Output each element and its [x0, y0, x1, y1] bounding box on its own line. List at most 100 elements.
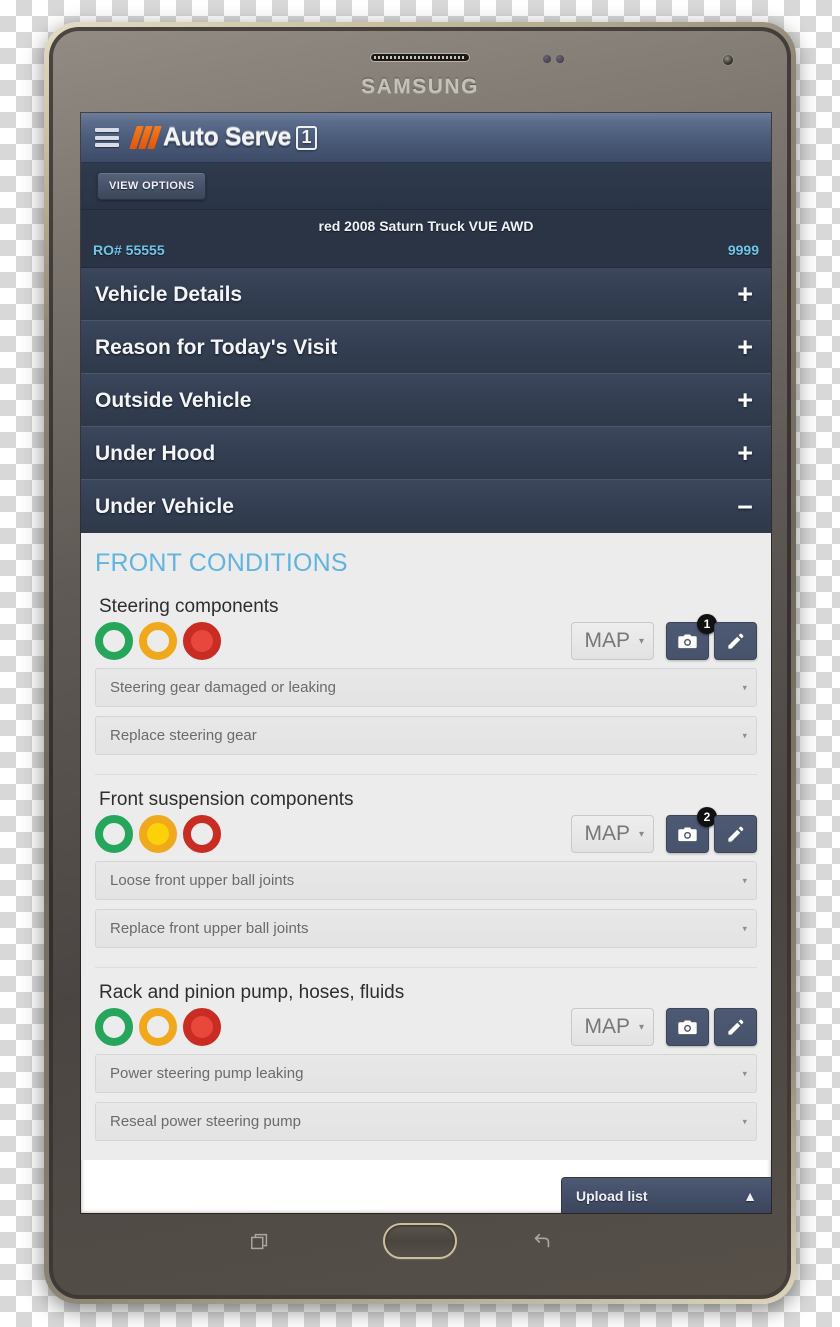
- ro-number[interactable]: RO# 55555: [93, 242, 165, 258]
- vehicle-info-bar: red 2008 Saturn Truck VUE AWD RO# 55555 …: [81, 210, 771, 268]
- inspection-controls-row: MAP ▾ 2: [95, 807, 757, 853]
- inspection-item: Front suspension components MAP ▾ 2 Loose fr…: [95, 774, 757, 967]
- brand-logo: SAMSUNG: [361, 75, 479, 98]
- plus-icon: +: [737, 385, 753, 415]
- recents-icon[interactable]: [249, 1231, 271, 1253]
- status-circle-green[interactable]: [95, 1008, 133, 1046]
- repair-order-row: RO# 55555 9999: [93, 242, 759, 258]
- camera-button[interactable]: 1: [666, 614, 717, 660]
- accordion-section-reason-for-today-s-visit[interactable]: Reason for Today's Visit +: [81, 321, 771, 374]
- inspection-item: Steering components MAP ▾ 1 Steering gear da…: [95, 596, 757, 774]
- edit-note-button[interactable]: [714, 622, 757, 660]
- status-circle-red[interactable]: [183, 622, 221, 660]
- device-outer-bezel: SAMSUNG Auto Serve 1 VIEW OPTIONS red 20…: [49, 27, 791, 1299]
- recommendation-select[interactable]: Replace steering gear ▾: [95, 716, 757, 755]
- upload-list-label: Upload list: [576, 1187, 648, 1204]
- chevron-down-icon: ▾: [742, 682, 747, 692]
- autoserve-logo[interactable]: Auto Serve 1: [129, 113, 317, 162]
- condition-select[interactable]: Steering gear damaged or leaking ▾: [95, 668, 757, 707]
- plus-icon: +: [737, 332, 753, 362]
- map-label: MAP: [584, 629, 630, 652]
- inspection-controls-row: MAP ▾ 1: [95, 614, 757, 660]
- status-circle-red[interactable]: [183, 815, 221, 853]
- view-options-button[interactable]: VIEW OPTIONS: [97, 172, 207, 200]
- plus-icon: +: [737, 279, 753, 309]
- inspection-item-label: Steering components: [99, 596, 279, 617]
- vehicle-title: red 2008 Saturn Truck VUE AWD: [318, 218, 534, 234]
- inspection-item-label: Rack and pinion pump, hoses, fluids: [99, 982, 405, 1003]
- samsung-tablet-device: SAMSUNG Auto Serve 1 VIEW OPTIONS red 20…: [44, 22, 796, 1304]
- vehicle-mileage[interactable]: 9999: [728, 242, 759, 258]
- accordion-section-label: Vehicle Details: [95, 282, 243, 306]
- camera-icon: [678, 634, 697, 648]
- chevron-down-icon: ▾: [638, 635, 644, 647]
- chevron-up-icon: ▲: [743, 1187, 757, 1204]
- accordion-section-outside-vehicle[interactable]: Outside Vehicle +: [81, 374, 771, 427]
- status-circle-green[interactable]: [95, 622, 133, 660]
- proximity-sensor-icon: [543, 55, 551, 63]
- status-selector: [95, 1008, 227, 1046]
- accordion-section-under-vehicle[interactable]: Under Vehicle −: [81, 480, 771, 533]
- condition-select-value: Loose front upper ball joints: [110, 872, 295, 889]
- accordion-section-label: Outside Vehicle: [95, 388, 252, 412]
- chevron-down-icon: ▾: [742, 875, 747, 885]
- back-icon[interactable]: [531, 1231, 553, 1253]
- recommendation-select-value: Replace steering gear: [110, 727, 257, 744]
- device-bottom-hardware: [53, 1203, 787, 1295]
- chevron-down-icon: ▾: [638, 828, 644, 840]
- plus-icon: +: [737, 438, 753, 468]
- status-circle-red[interactable]: [183, 1008, 221, 1046]
- map-dropdown-button[interactable]: MAP ▾: [571, 622, 654, 660]
- device-top-hardware: SAMSUNG: [53, 31, 787, 113]
- status-circle-amber[interactable]: [139, 622, 177, 660]
- recommendation-select[interactable]: Reseal power steering pump ▾: [95, 1102, 757, 1141]
- accordion-section-label: Under Vehicle: [95, 495, 234, 518]
- inspection-action-buttons: MAP ▾ 2: [571, 807, 757, 853]
- recommendation-select-value: Replace front upper ball joints: [110, 920, 309, 937]
- camera-icon: [678, 827, 697, 841]
- condition-select-value: Steering gear damaged or leaking: [110, 679, 336, 696]
- logo-wordmark: Auto Serve: [163, 123, 291, 151]
- camera-icon: [678, 1020, 697, 1034]
- camera-button[interactable]: [666, 1008, 709, 1046]
- inspection-accordion: Vehicle Details + Reason for Today's Visit…: [81, 268, 771, 533]
- chevron-down-icon: ▾: [742, 1068, 747, 1078]
- accordion-section-label: Reason for Today's Visit: [95, 335, 338, 359]
- status-circle-amber[interactable]: [139, 815, 177, 853]
- home-button[interactable]: [383, 1223, 457, 1259]
- chevron-down-icon: ▾: [742, 730, 747, 740]
- pencil-icon: [728, 1019, 744, 1035]
- map-dropdown-button[interactable]: MAP ▾: [571, 1008, 654, 1046]
- inspection-item: Rack and pinion pump, hoses, fluids MAP ▾ P…: [95, 967, 757, 1160]
- logo-one-badge: 1: [295, 125, 317, 150]
- accordion-section-vehicle-details[interactable]: Vehicle Details +: [81, 268, 771, 321]
- edit-note-button[interactable]: [714, 815, 757, 853]
- recommendation-select-value: Reseal power steering pump: [110, 1113, 301, 1130]
- chevron-down-icon: ▾: [638, 1021, 644, 1033]
- app-header: Auto Serve 1: [81, 113, 771, 163]
- status-circle-amber[interactable]: [139, 1008, 177, 1046]
- pencil-icon: [728, 633, 744, 649]
- camera-button[interactable]: 2: [666, 807, 717, 853]
- inspection-action-buttons: MAP ▾: [571, 1008, 757, 1046]
- pencil-icon: [728, 826, 744, 842]
- edit-note-button[interactable]: [714, 1008, 757, 1046]
- accordion-section-label: Under Hood: [95, 441, 216, 465]
- condition-select[interactable]: Loose front upper ball joints ▾: [95, 861, 757, 900]
- under-vehicle-panel: FRONT CONDITIONS Steering components MAP ▾…: [81, 533, 771, 1160]
- status-circle-green[interactable]: [95, 815, 133, 853]
- map-label: MAP: [584, 822, 630, 845]
- light-sensor-icon: [556, 55, 564, 63]
- front-camera-icon: [722, 54, 734, 66]
- condition-select[interactable]: Power steering pump leaking ▾: [95, 1054, 757, 1093]
- accordion-section-under-hood[interactable]: Under Hood +: [81, 427, 771, 480]
- earpiece-speaker-icon: [370, 53, 470, 62]
- minus-icon: −: [737, 491, 753, 522]
- front-conditions-heading: FRONT CONDITIONS: [95, 549, 348, 577]
- recommendation-select[interactable]: Replace front upper ball joints ▾: [95, 909, 757, 948]
- logo-slashes-icon: [129, 126, 162, 149]
- inspection-item-list: Steering components MAP ▾ 1 Steering gear da…: [95, 596, 757, 1160]
- map-dropdown-button[interactable]: MAP ▾: [571, 815, 654, 853]
- hamburger-icon[interactable]: [95, 128, 119, 147]
- device-inner-bezel: SAMSUNG Auto Serve 1 VIEW OPTIONS red 20…: [53, 31, 787, 1295]
